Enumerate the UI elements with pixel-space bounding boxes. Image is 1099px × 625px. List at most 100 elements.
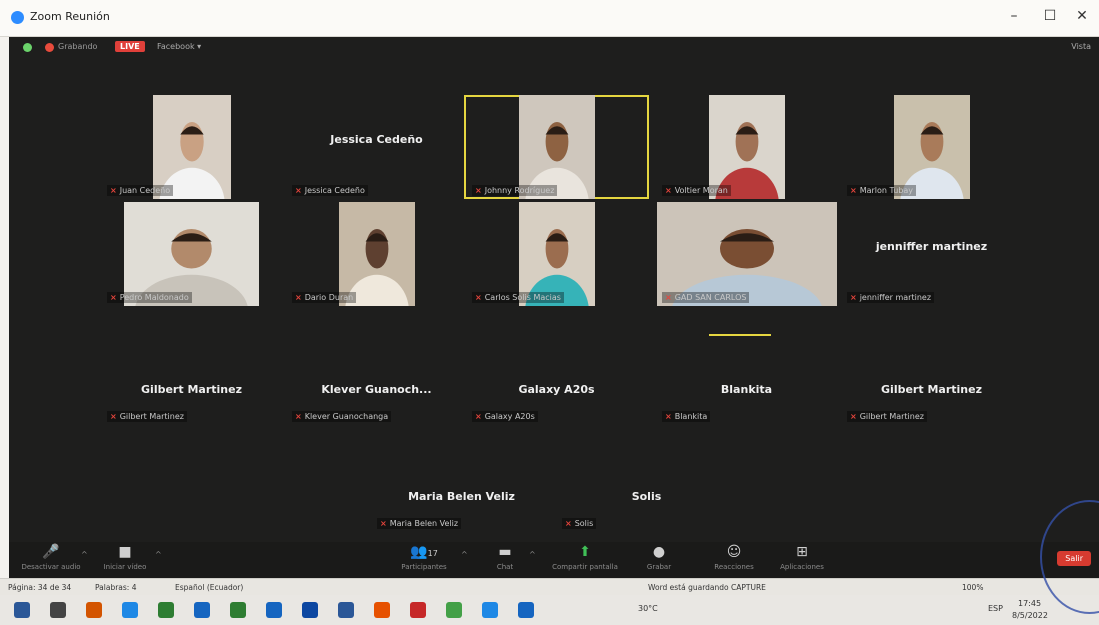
chat-label: Chat <box>496 563 514 571</box>
edge-dev-icon[interactable] <box>482 602 498 618</box>
participant-name-label: ⨯ Klever Guanochanga <box>292 411 392 422</box>
live-badge: LIVE <box>115 41 145 52</box>
zoom-level[interactable]: 100% <box>962 583 983 592</box>
participant-name-text: Klever Guanochanga <box>304 412 389 421</box>
muted-mic-icon: ⨯ <box>850 293 857 302</box>
close-button[interactable]: ✕ <box>1068 8 1096 24</box>
participant-tile[interactable]: Blankita ⨯ Blankita <box>654 345 839 425</box>
edge-icon[interactable] <box>122 602 138 618</box>
audio-options-caret[interactable]: ^ <box>81 550 88 559</box>
reactions-label: Reacciones <box>714 563 754 571</box>
security-shield-icon[interactable] <box>23 43 32 52</box>
participant-tile[interactable]: Gilbert Martinez ⨯ Gilbert Martinez <box>839 345 1024 425</box>
speaking-indicator <box>709 334 771 336</box>
participant-tile[interactable]: Maria Belen Veliz ⨯ Maria Belen Veliz <box>369 452 554 532</box>
participant-tile[interactable]: Klever Guanoch... ⨯ Klever Guanochanga <box>284 345 469 425</box>
teams-icon[interactable] <box>266 602 282 618</box>
video-options-caret[interactable]: ^ <box>155 550 162 559</box>
record-label: Grabar <box>646 563 672 571</box>
participant-display-name: Gilbert Martinez <box>141 383 242 396</box>
participant-tile[interactable]: Solis ⨯ Solis <box>554 452 739 532</box>
muted-mic-icon: ⨯ <box>295 412 302 421</box>
participants-options-caret[interactable]: ^ <box>461 550 468 559</box>
participant-tile[interactable]: ⨯ Marlon Tubay <box>839 95 1024 199</box>
share-label: Compartir pantalla <box>552 563 618 571</box>
muted-mic-icon: ⨯ <box>665 293 672 302</box>
video-button[interactable]: ■ Iniciar vídeo <box>95 544 155 571</box>
participant-video <box>656 202 837 306</box>
participant-name-text: jenniffer martinez <box>859 293 932 302</box>
muted-mic-icon: ⨯ <box>110 293 117 302</box>
participant-name-label: ⨯ Dario Duran <box>292 292 357 303</box>
calculator-icon[interactable] <box>338 602 354 618</box>
participant-name-label: ⨯ Johnny Rodríguez <box>472 185 558 196</box>
chat-options-caret[interactable]: ^ <box>529 550 536 559</box>
participant-name-label: ⨯ Galaxy A20s <box>472 411 538 422</box>
language-indicator[interactable]: Español (Ecuador) <box>175 583 243 592</box>
zoom-icon[interactable] <box>518 602 534 618</box>
recording-dot-icon <box>45 43 54 52</box>
share-screen-icon: ⬆ <box>579 544 591 560</box>
participant-tile[interactable]: Jessica Cedeño ⨯ Jessica Cedeño <box>284 95 469 199</box>
chat-button[interactable]: ▬ Chat <box>485 544 525 571</box>
participant-name-label: ⨯ Voltier Moran <box>662 185 731 196</box>
participant-tile[interactable]: Gilbert Martinez ⨯ Gilbert Martinez <box>99 345 284 425</box>
maximize-button[interactable]: ☐ <box>1036 8 1064 24</box>
microphone-icon: 🎤 <box>42 544 60 560</box>
participants-button[interactable]: 👥17 Participantes <box>389 544 459 571</box>
participant-name-label: ⨯ Marlon Tubay <box>847 185 916 196</box>
clock-time[interactable]: 17:45 <box>1018 599 1041 608</box>
reactions-button[interactable]: ☺ Reacciones <box>699 544 769 571</box>
word-count: Palabras: 4 <box>95 583 137 592</box>
zoom-meeting-area: Grabando LIVE Facebook ▾ Vista ⨯ Juan Ced… <box>9 37 1099 578</box>
word-icon[interactable] <box>194 602 210 618</box>
muted-mic-icon: ⨯ <box>295 186 302 195</box>
muted-mic-icon: ⨯ <box>380 519 387 528</box>
participant-tile[interactable]: ⨯ Voltier Moran <box>654 95 839 199</box>
participants-icon: 👥17 <box>410 544 438 560</box>
participant-display-name: Galaxy A20s <box>518 383 595 396</box>
view-menu[interactable]: Vista <box>1071 42 1091 51</box>
share-screen-button[interactable]: ⬆ Compartir pantalla <box>545 544 625 571</box>
participant-tile[interactable]: ⨯ Johnny Rodríguez <box>464 95 649 199</box>
apps-button[interactable]: ⊞ Aplicaciones <box>769 544 835 571</box>
mail-icon[interactable] <box>302 602 318 618</box>
minimize-button[interactable]: – <box>1000 8 1028 24</box>
explorer-icon[interactable] <box>86 602 102 618</box>
participant-display-name: Maria Belen Veliz <box>408 490 515 503</box>
participant-name-text: GAD SAN CARLOS <box>674 293 747 302</box>
participant-tile[interactable]: ⨯ Pedro Maldonado <box>99 202 284 306</box>
participant-tile[interactable]: ⨯ Carlos Solis Macias <box>464 202 649 306</box>
participant-video <box>124 202 259 306</box>
mute-label: Desactivar audio <box>21 563 81 571</box>
store-icon[interactable] <box>158 602 174 618</box>
participant-name-label: ⨯ Carlos Solis Macias <box>472 292 564 303</box>
record-button[interactable]: ● Grabar <box>639 544 679 571</box>
participant-display-name: jenniffer martinez <box>875 240 988 253</box>
participant-tile[interactable]: jenniffer martinez ⨯ jenniffer martinez <box>839 202 1024 306</box>
participant-tile[interactable]: Galaxy A20s ⨯ Galaxy A20s <box>464 345 649 425</box>
participant-name-text: Blankita <box>674 412 708 421</box>
participant-tile[interactable]: ⨯ Dario Duran <box>284 202 469 306</box>
meeting-topbar: Grabando LIVE Facebook ▾ Vista <box>9 37 1099 59</box>
firefox-icon[interactable] <box>374 602 390 618</box>
windows-start-icon[interactable] <box>14 602 30 618</box>
app-icon[interactable] <box>410 602 426 618</box>
chrome-icon[interactable] <box>446 602 462 618</box>
participant-tile[interactable]: ⨯ GAD SAN CARLOS <box>654 202 839 306</box>
keyboard-language[interactable]: ESP <box>988 604 1003 613</box>
excel-icon[interactable] <box>230 602 246 618</box>
participant-video <box>893 95 970 199</box>
clock-date[interactable]: 8/5/2022 <box>1012 611 1048 620</box>
weather-temp[interactable]: 30°C <box>638 604 658 613</box>
recording-label[interactable]: Grabando <box>58 42 97 51</box>
search-icon[interactable] <box>50 602 66 618</box>
apps-icon: ⊞ <box>796 544 808 560</box>
facebook-stream-menu[interactable]: Facebook ▾ <box>157 42 201 51</box>
mute-button[interactable]: 🎤 Desactivar audio <box>19 544 83 571</box>
participant-name-label: ⨯ Gilbert Martinez <box>107 411 187 422</box>
participant-name-label: ⨯ Maria Belen Veliz <box>377 518 462 529</box>
participant-display-name: Solis <box>631 490 662 503</box>
windows-taskbar: 30°C ESP 17:45 8/5/2022 <box>0 595 1099 625</box>
participant-tile[interactable]: ⨯ Juan Cedeño <box>99 95 284 199</box>
